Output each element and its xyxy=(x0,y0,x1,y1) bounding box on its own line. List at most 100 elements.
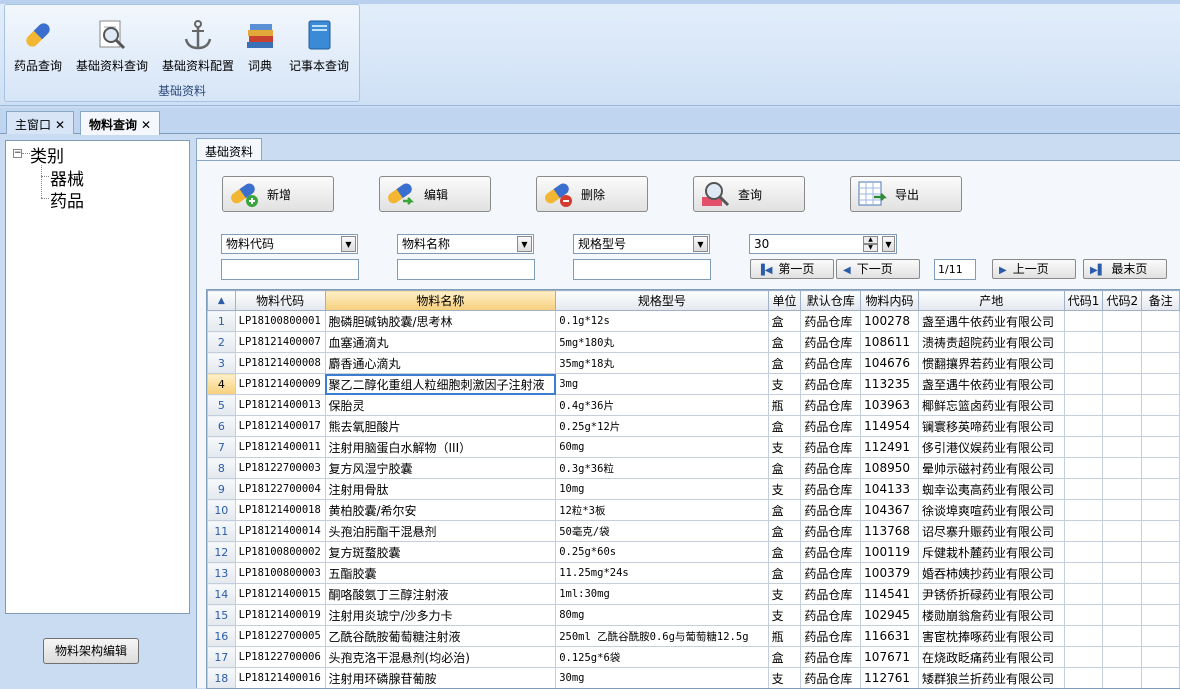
row-number[interactable]: 8 xyxy=(207,457,236,479)
table-cell[interactable]: LP18121400016 xyxy=(234,667,326,688)
table-cell[interactable] xyxy=(1141,625,1180,647)
table-cell[interactable]: 瓶 xyxy=(767,394,802,416)
close-icon[interactable]: ✕ xyxy=(141,118,151,132)
table-cell[interactable]: LP18100800003 xyxy=(234,562,326,584)
tab-main-window[interactable]: 主窗口 ✕ xyxy=(6,111,75,134)
dictionary-button[interactable]: 词典 xyxy=(243,17,277,79)
table-row[interactable]: 9 LP18122700004 注射用骨肽 10mg 支药品仓库 104133 蜘幸讼夷高药… xyxy=(207,478,1180,500)
table-cell[interactable]: 侈引港仪娱药业有限公司 xyxy=(917,436,1065,458)
table-cell[interactable] xyxy=(1063,373,1104,395)
table-cell[interactable] xyxy=(1063,415,1104,437)
table-row[interactable]: 5 LP18121400013 保胎灵 0.4g*36片瓶药品仓库 103963 椰鲜忘篮… xyxy=(207,394,1180,416)
row-number[interactable]: 11 xyxy=(207,520,236,542)
drug-query-button[interactable]: 药品查询 xyxy=(9,17,67,79)
table-cell[interactable]: 113235 xyxy=(860,373,919,395)
column-header[interactable]: 默认仓库 xyxy=(800,290,862,311)
table-cell[interactable]: 0.3g*36粒 xyxy=(555,457,769,479)
notebook-query-button[interactable]: 记事本查询 xyxy=(283,17,355,79)
table-cell[interactable]: 诏尽寨升赈药业有限公司 xyxy=(917,520,1065,542)
table-cell[interactable]: 头孢泊肟酯干混悬剂 xyxy=(324,520,557,542)
table-cell[interactable] xyxy=(1102,415,1143,437)
table-row[interactable]: 10 LP18121400018 黄柏胶囊/希尔安 12粒*3板盒药品仓库 104367… xyxy=(207,499,1180,521)
table-cell[interactable] xyxy=(1063,331,1104,353)
table-cell[interactable] xyxy=(1063,499,1104,521)
row-number[interactable]: 14 xyxy=(207,583,236,605)
table-cell[interactable]: 婚吞柿姨抄药业有限公司 xyxy=(917,562,1065,584)
table-cell[interactable]: 支 xyxy=(767,604,802,626)
table-cell[interactable]: 60mg xyxy=(555,436,769,458)
row-number[interactable]: 10 xyxy=(207,499,236,521)
column-header[interactable]: 物料内码 xyxy=(860,290,919,311)
table-cell[interactable]: 黄柏胶囊/希尔安 xyxy=(324,499,557,521)
table-cell[interactable] xyxy=(1063,394,1104,416)
prev-page-button[interactable]: ▶ 上一页 xyxy=(992,259,1076,279)
table-row[interactable]: 6 LP18121400017 熊去氧胆酸片 0.25g*12片盒药品仓库 114954… xyxy=(207,415,1180,437)
table-cell[interactable]: 盒 xyxy=(767,562,802,584)
table-cell[interactable]: LP18121400014 xyxy=(234,520,326,542)
chevron-down-icon[interactable]: ▼ xyxy=(517,236,532,252)
table-cell[interactable]: 1ml:30mg xyxy=(555,583,769,605)
table-cell[interactable]: 药品仓库 xyxy=(800,520,862,542)
table-cell[interactable] xyxy=(1102,331,1143,353)
table-cell[interactable] xyxy=(1063,457,1104,479)
table-cell[interactable]: 徐谈埠爽喧药业有限公司 xyxy=(917,499,1065,521)
table-cell[interactable] xyxy=(1102,562,1143,584)
table-row[interactable]: 16 LP18122700005 乙酰谷酰胺葡萄糖注射液 250ml 乙酰谷酰胺0.6… xyxy=(207,625,1180,647)
table-cell[interactable]: 盏至遇牛依药业有限公司 xyxy=(917,373,1065,395)
table-cell[interactable] xyxy=(1102,667,1143,688)
tab-material-query[interactable]: 物料查询 ✕ xyxy=(80,111,161,135)
chevron-down-icon[interactable]: ▼ xyxy=(693,236,708,252)
table-cell[interactable] xyxy=(1141,457,1180,479)
table-cell[interactable] xyxy=(1063,667,1104,688)
table-cell[interactable]: LP18121400008 xyxy=(234,352,326,374)
basic-data-config-button[interactable]: 基础资料配置 xyxy=(157,17,239,79)
row-number[interactable]: 12 xyxy=(207,541,236,563)
table-cell[interactable]: 30mg xyxy=(555,667,769,688)
table-cell[interactable]: 胞磷胆碱钠胶囊/思考林 xyxy=(324,310,557,332)
table-cell[interactable]: 乙酰谷酰胺葡萄糖注射液 xyxy=(324,625,557,647)
table-cell[interactable]: 矮群狼兰折药业有限公司 xyxy=(917,667,1065,688)
row-number[interactable]: 2 xyxy=(207,331,236,353)
table-cell[interactable] xyxy=(1102,583,1143,605)
table-cell[interactable]: 50毫克/袋 xyxy=(555,520,769,542)
table-cell[interactable]: 盒 xyxy=(767,499,802,521)
table-cell[interactable] xyxy=(1102,478,1143,500)
table-cell[interactable] xyxy=(1102,310,1143,332)
filter-field-select-1[interactable]: 物料代码 ▼ xyxy=(221,234,358,254)
table-cell[interactable] xyxy=(1102,373,1143,395)
export-button[interactable]: 导出 xyxy=(850,176,962,212)
row-number[interactable]: 18 xyxy=(207,667,236,688)
table-cell[interactable] xyxy=(1063,646,1104,668)
table-cell[interactable]: 103963 xyxy=(860,394,919,416)
table-cell[interactable]: 药品仓库 xyxy=(800,457,862,479)
table-cell[interactable]: LP18100800001 xyxy=(234,310,326,332)
table-cell[interactable]: 注射用脑蛋白水解物（III） xyxy=(324,436,557,458)
table-cell[interactable]: 113768 xyxy=(860,520,919,542)
next-page-button[interactable]: ◀ 下一页 xyxy=(836,259,920,279)
table-cell[interactable]: LP18121400017 xyxy=(234,415,326,437)
table-cell[interactable]: 支 xyxy=(767,478,802,500)
table-cell[interactable] xyxy=(1102,541,1143,563)
row-number[interactable]: 1 xyxy=(207,310,236,332)
table-cell[interactable] xyxy=(1063,520,1104,542)
table-cell[interactable]: 盒 xyxy=(767,415,802,437)
column-header[interactable]: 产地 xyxy=(917,290,1065,311)
table-cell[interactable]: 头孢克洛干混悬剂(均必治) xyxy=(324,646,557,668)
table-cell[interactable]: 112761 xyxy=(860,667,919,688)
column-header[interactable]: 物料代码 xyxy=(234,290,326,311)
table-cell[interactable]: LP18121400009 xyxy=(234,373,326,395)
table-cell[interactable]: 楼勋崩翁詹药业有限公司 xyxy=(917,604,1065,626)
table-cell[interactable]: 0.1g*12s xyxy=(555,310,769,332)
table-cell[interactable]: 药品仓库 xyxy=(800,646,862,668)
filter-value-input-3[interactable] xyxy=(573,259,711,280)
chevron-down-icon[interactable]: ▼ xyxy=(341,236,356,252)
row-number[interactable]: 13 xyxy=(207,562,236,584)
table-cell[interactable]: 5mg*180丸 xyxy=(555,331,769,353)
table-cell[interactable]: 镧寰移英啼药业有限公司 xyxy=(917,415,1065,437)
table-cell[interactable]: 药品仓库 xyxy=(800,562,862,584)
tab-basic-data[interactable]: 基础资料 xyxy=(196,138,263,161)
table-cell[interactable]: 盒 xyxy=(767,310,802,332)
table-cell[interactable]: 血塞通滴丸 xyxy=(324,331,557,353)
table-row[interactable]: 12 LP18100800002 复方斑蝥胶囊 0.25g*60s 盒药品仓库 10011… xyxy=(207,541,1180,563)
table-row[interactable]: 4 LP18121400009 聚乙二醇化重组人粒细胞刺激因子注射液 3mg 支药品仓库… xyxy=(207,373,1180,395)
